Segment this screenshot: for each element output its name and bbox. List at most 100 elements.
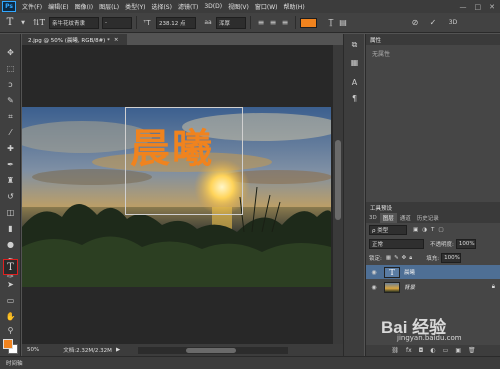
- align-left-icon[interactable]: ≡: [255, 17, 267, 29]
- healing-brush-tool-icon[interactable]: ✚: [3, 142, 18, 155]
- timeline-panel-tab[interactable]: 时间轴: [0, 356, 500, 369]
- align-right-icon[interactable]: ≡: [279, 17, 291, 29]
- character-panel-icon[interactable]: A: [348, 76, 361, 89]
- brush-tool-icon[interactable]: ✒: [3, 158, 18, 171]
- horizontal-scrollbar[interactable]: [138, 346, 289, 354]
- new-layer-icon[interactable]: ▣: [455, 347, 461, 354]
- trash-icon[interactable]: 🗑︎: [468, 347, 476, 354]
- fx-icon[interactable]: fx: [406, 347, 412, 354]
- text-bounding-box[interactable]: 晨曦: [125, 107, 243, 215]
- 3d-icon[interactable]: 3D: [447, 17, 459, 29]
- chevron-down-icon[interactable]: ▼: [17, 17, 29, 29]
- properties-tab[interactable]: 属性: [366, 34, 500, 45]
- tab-3d[interactable]: 3D: [366, 213, 380, 223]
- zoom-level[interactable]: 50%: [27, 347, 39, 353]
- align-center-icon[interactable]: ≡: [267, 17, 279, 29]
- minimize-icon[interactable]: —: [460, 3, 467, 11]
- eye-icon[interactable]: ◉: [369, 269, 379, 276]
- mask-icon[interactable]: ◘: [419, 347, 424, 354]
- menu-view[interactable]: 视图(V): [228, 2, 249, 11]
- horizontal-scrollbar-thumb[interactable]: [186, 347, 237, 353]
- commit-icon[interactable]: ✓: [427, 17, 439, 29]
- divider: [295, 16, 296, 29]
- text-layer-content[interactable]: 晨曦: [130, 116, 214, 174]
- quick-select-tool-icon[interactable]: ✎: [3, 94, 18, 107]
- adjustment-icon[interactable]: ◐: [430, 347, 435, 354]
- eraser-tool-icon[interactable]: ◫: [3, 206, 18, 219]
- menu-select[interactable]: 选择(S): [151, 2, 172, 11]
- opacity-input[interactable]: 100%: [455, 239, 476, 249]
- canvas-area[interactable]: 晨曦: [22, 45, 344, 344]
- properties-title: 属性: [370, 37, 382, 44]
- cancel-icon[interactable]: ⊘: [409, 17, 421, 29]
- crop-tool-icon[interactable]: ⌗: [3, 110, 18, 123]
- lock-pixels-icon[interactable]: ▦: [386, 255, 391, 261]
- antialias-select[interactable]: 浑厚: [216, 16, 246, 29]
- font-family-select[interactable]: 亲牛花纹青隶: [49, 16, 99, 29]
- blend-mode-select[interactable]: 正常: [369, 239, 424, 249]
- eye-icon[interactable]: ◉: [369, 284, 379, 291]
- scrollbar-thumb[interactable]: [335, 140, 341, 220]
- sunset-photo[interactable]: 晨曦: [22, 107, 331, 287]
- type-tool-preset-icon[interactable]: T: [3, 16, 17, 30]
- filter-type-icon[interactable]: T: [431, 227, 434, 233]
- status-menu-arrow[interactable]: ▶: [116, 347, 120, 353]
- filter-adjust-icon[interactable]: ◑: [422, 227, 427, 233]
- character-panel-icon[interactable]: ▤: [337, 17, 349, 29]
- path-select-tool-icon[interactable]: ➤: [3, 278, 18, 291]
- menu-filter[interactable]: 滤镜(T): [178, 2, 198, 11]
- menu-type[interactable]: 类型(Y): [125, 2, 145, 11]
- menu-window[interactable]: 窗口(W): [255, 2, 278, 11]
- link-layers-icon[interactable]: ⛓: [391, 347, 399, 354]
- menu-layer[interactable]: 图层(L): [99, 2, 119, 11]
- layer-filter-select[interactable]: ρ 类型: [369, 225, 407, 235]
- tool-presets-tab[interactable]: 工具预设: [366, 202, 500, 213]
- layer-name[interactable]: 背景: [404, 283, 415, 291]
- vertical-scrollbar[interactable]: [333, 45, 343, 344]
- close-icon[interactable]: ✕: [489, 3, 495, 11]
- text-color-swatch[interactable]: [300, 17, 317, 28]
- type-tool-icon[interactable]: T: [3, 259, 18, 275]
- paragraph-panel-icon[interactable]: ¶: [348, 92, 361, 105]
- clone-stamp-tool-icon[interactable]: ♜: [3, 174, 18, 187]
- layer-row-text[interactable]: ◉ T 晨曦: [366, 265, 500, 279]
- blur-tool-icon[interactable]: ●: [3, 238, 18, 251]
- menu-3d[interactable]: 3D(D): [204, 3, 222, 10]
- tab-channels[interactable]: 通道: [397, 213, 414, 223]
- history-brush-tool-icon[interactable]: ↺: [3, 190, 18, 203]
- group-icon[interactable]: ▭: [443, 347, 449, 354]
- filter-shape-icon[interactable]: ▢: [438, 227, 443, 233]
- move-tool-icon[interactable]: ✥: [3, 46, 18, 59]
- lock-all-icon[interactable]: 🔒︎: [409, 255, 412, 262]
- gradient-tool-icon[interactable]: ▮: [3, 222, 18, 235]
- maximize-icon[interactable]: □: [475, 3, 482, 11]
- properties-panel-icon[interactable]: ▦: [348, 56, 361, 69]
- tab-history[interactable]: 历史记录: [414, 213, 442, 223]
- menu-image[interactable]: 图像(I): [75, 2, 93, 11]
- font-style-select[interactable]: -: [102, 16, 132, 29]
- menu-file[interactable]: 文件(F): [22, 2, 42, 11]
- lock-move-icon[interactable]: ✥: [402, 255, 407, 261]
- layer-name[interactable]: 晨曦: [404, 268, 415, 276]
- eyedropper-tool-icon[interactable]: ⁄: [3, 126, 18, 139]
- fill-input[interactable]: 100%: [441, 253, 462, 263]
- tab-layers[interactable]: 图层: [379, 213, 397, 223]
- zoom-tool-icon[interactable]: ⚲: [3, 324, 18, 337]
- filter-pixel-icon[interactable]: ▣: [413, 227, 418, 233]
- marquee-tool-icon[interactable]: ⬚: [3, 62, 18, 75]
- menu-edit[interactable]: 编辑(E): [48, 2, 68, 11]
- text-orientation-icon[interactable]: ⇅T: [32, 16, 46, 30]
- document-tab[interactable]: 2.jpg @ 50% (晨曦, RGB/8#) * ×: [22, 34, 127, 45]
- foreground-color-swatch[interactable]: [3, 339, 13, 349]
- hand-tool-icon[interactable]: ✋: [3, 310, 18, 323]
- history-panel-icon[interactable]: ⧉: [348, 38, 361, 51]
- menu-help[interactable]: 帮助(H): [284, 2, 305, 11]
- doc-info[interactable]: 文档:2.32M/2.32M: [63, 346, 112, 354]
- shape-tool-icon[interactable]: ▭: [3, 294, 18, 307]
- close-tab-icon[interactable]: ×: [114, 37, 119, 43]
- font-size-input[interactable]: 238.12 点: [156, 16, 196, 29]
- warp-text-icon[interactable]: Ṯ: [325, 17, 337, 29]
- layer-row-background[interactable]: ◉ 背景 🔒︎: [366, 280, 500, 294]
- lock-paint-icon[interactable]: ✎: [394, 255, 399, 261]
- lasso-tool-icon[interactable]: ↄ: [3, 78, 18, 91]
